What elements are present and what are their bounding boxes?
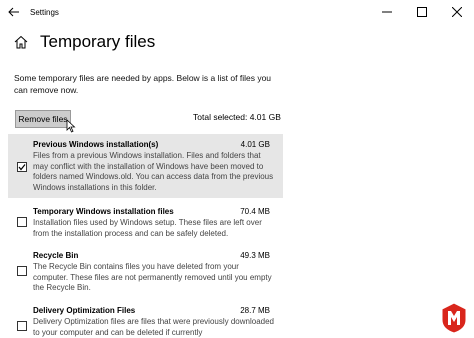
item-size: 49.3 MB (240, 251, 270, 260)
item-name: Delivery Optimization Files (33, 306, 136, 315)
list-item[interactable]: Previous Windows installation(s) 4.01 GB… (8, 134, 283, 198)
mouse-cursor-icon (66, 119, 76, 133)
item-size: 28.7 MB (240, 306, 270, 315)
item-name: Temporary Windows installation files (33, 207, 174, 216)
back-arrow-icon[interactable] (0, 0, 28, 24)
maximize-icon[interactable] (404, 0, 439, 24)
page-header: Temporary files (14, 32, 155, 52)
checkbox[interactable] (17, 162, 27, 172)
checkmark-icon (18, 164, 26, 171)
item-description: Files from a previous Windows installati… (33, 151, 274, 192)
checkbox[interactable] (17, 217, 27, 227)
page-title: Temporary files (40, 32, 156, 51)
item-description: Delivery Optimization files are files th… (33, 317, 274, 337)
remove-files-button[interactable]: Remove files (15, 110, 71, 128)
list-item[interactable]: Temporary Windows installation files 70.… (8, 203, 283, 245)
intro-text: Some temporary files are needed by apps.… (14, 73, 272, 95)
list-item[interactable]: Recycle Bin 49.3 MB The Recycle Bin cont… (8, 249, 283, 299)
item-name: Previous Windows installation(s) (33, 140, 159, 149)
home-icon[interactable] (14, 35, 28, 49)
item-description: The Recycle Bin contains files you have … (33, 262, 272, 292)
checkbox[interactable] (17, 321, 27, 331)
close-icon[interactable] (439, 0, 474, 24)
minimize-icon[interactable] (369, 0, 404, 24)
checkbox[interactable] (17, 266, 27, 276)
item-size: 70.4 MB (240, 207, 270, 216)
watermark-logo-icon (441, 302, 467, 334)
window-title: Settings (30, 7, 59, 17)
item-description: Installation files used by Windows setup… (33, 218, 262, 238)
title-bar: Settings (0, 0, 474, 24)
item-name: Recycle Bin (33, 251, 79, 260)
item-size: 4.01 GB (240, 140, 270, 149)
list-item[interactable]: Delivery Optimization Files 28.7 MB Deli… (8, 302, 283, 338)
total-selected: Total selected: 4.01 GB (193, 112, 281, 122)
